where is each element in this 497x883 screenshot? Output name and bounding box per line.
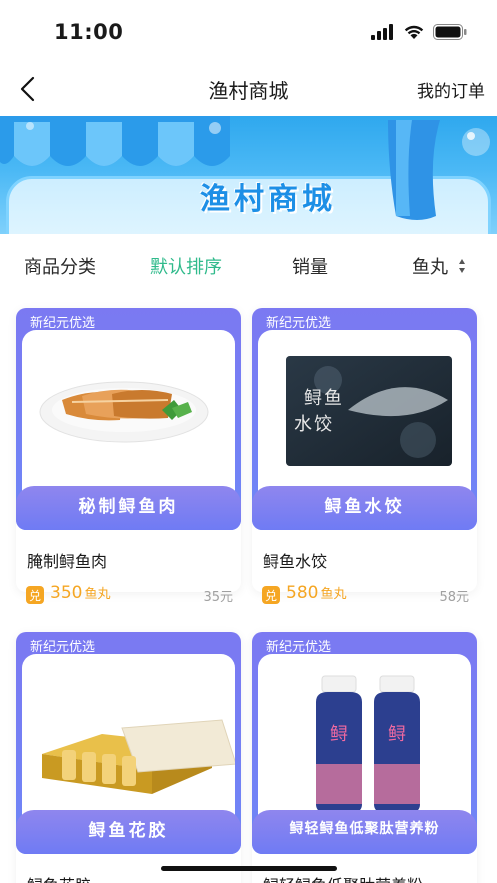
product-card[interactable]: 新纪元优选 鲟 鲟 鲟轻鲟鱼低聚肽营养粉 鲟轻鲟鱼低聚肽营养粉 xyxy=(252,632,477,883)
product-card[interactable]: 新纪元优选 鲟 鱼 水 饺 鲟鱼水饺 鲟鱼水饺 兑 580 鱼丸 58元 xyxy=(252,308,477,605)
home-indicator[interactable] xyxy=(161,866,337,871)
product-image: 鲟 鱼 水 饺 xyxy=(258,330,471,510)
svg-text:兑: 兑 xyxy=(265,589,277,603)
shop-banner: 渔村商城 xyxy=(0,116,497,234)
fish-slices-image xyxy=(39,381,209,443)
product-original-price: 58元 xyxy=(439,590,469,605)
dumpling-package-image: 鲟 鱼 水 饺 xyxy=(286,356,452,466)
sort-default[interactable]: 默认排序 xyxy=(150,253,222,279)
sort-bar: 商品分类 默认排序 销量 鱼丸 xyxy=(0,234,497,294)
status-icons xyxy=(371,24,467,40)
svg-text:鱼: 鱼 xyxy=(324,388,342,409)
battery-icon xyxy=(433,24,467,40)
product-price-row: 兑 580 鱼丸 58元 xyxy=(262,583,469,608)
nav-bar: 渔村商城 我的订单 xyxy=(0,62,497,116)
product-image-frame: 新纪元优选 秘制鲟鱼肉 xyxy=(16,308,241,530)
product-image-frame: 新纪元优选 鲟 鱼 水 饺 鲟鱼水饺 xyxy=(252,308,477,530)
signal-icon xyxy=(371,24,393,40)
status-bar: 11:00 xyxy=(0,0,497,62)
svg-text:鲟: 鲟 xyxy=(388,724,406,745)
wifi-icon xyxy=(404,25,424,39)
exchange-icon: 兑 xyxy=(26,586,44,604)
svg-text:饺: 饺 xyxy=(314,414,332,435)
product-ribbon-text: 鲟轻鲟鱼低聚肽营养粉 xyxy=(289,821,440,837)
product-card[interactable]: 新纪元优选 鲟鱼花胶 鲟鱼花胶 xyxy=(16,632,241,883)
svg-text:鲟: 鲟 xyxy=(304,388,322,409)
product-image-frame: 新纪元优选 鲟 鲟 鲟轻鲟鱼低聚肽营养粉 xyxy=(252,632,477,854)
product-image xyxy=(22,654,235,834)
exchange-icon: 兑 xyxy=(262,586,280,604)
product-tag: 新纪元优选 xyxy=(30,640,96,655)
my-orders-link[interactable]: 我的订单 xyxy=(417,77,485,102)
product-tag: 新纪元优选 xyxy=(30,316,96,331)
awning-graphic xyxy=(0,116,230,166)
fish-maw-box-image xyxy=(42,719,235,794)
product-card[interactable]: 新纪元优选 秘制鲟鱼肉 腌制鲟鱼肉 兑 350 鱼丸 35元 xyxy=(16,308,241,605)
product-name: 鲟轻鲟鱼低聚肽营养粉 xyxy=(263,872,423,883)
product-name: 鲟鱼花胶 xyxy=(27,872,91,883)
product-tag: 新纪元优选 xyxy=(266,316,332,331)
svg-text:兑: 兑 xyxy=(29,589,41,603)
sort-fishball[interactable]: 鱼丸 xyxy=(412,253,466,279)
product-ribbon-text: 鲟鱼花胶 xyxy=(88,821,169,841)
product-name: 鲟鱼水饺 xyxy=(263,552,328,571)
bubble-graphic xyxy=(462,128,490,156)
product-price-row: 兑 350 鱼丸 35元 xyxy=(26,583,233,608)
curtain-graphic xyxy=(388,120,440,220)
product-image: 鲟 鲟 xyxy=(258,654,471,834)
sort-category[interactable]: 商品分类 xyxy=(24,253,96,279)
sort-arrows-icon xyxy=(458,259,465,273)
product-ribbon-text: 鲟鱼水饺 xyxy=(324,497,405,517)
product-price: 580 鱼丸 xyxy=(286,583,347,603)
product-price: 350 鱼丸 xyxy=(50,583,111,603)
banner-title: 渔村商城 xyxy=(200,182,336,217)
product-original-price: 35元 xyxy=(203,590,233,605)
product-image-frame: 新纪元优选 鲟鱼花胶 xyxy=(16,632,241,854)
product-tag: 新纪元优选 xyxy=(266,640,332,655)
nutrition-bottles-image: 鲟 鲟 xyxy=(316,675,420,812)
product-name: 腌制鲟鱼肉 xyxy=(27,552,108,571)
svg-text:鲟: 鲟 xyxy=(330,724,348,745)
sort-sales[interactable]: 销量 xyxy=(292,253,328,279)
svg-text:水: 水 xyxy=(294,414,312,435)
sort-fishball-label: 鱼丸 xyxy=(412,257,448,278)
product-ribbon-text: 秘制鲟鱼肉 xyxy=(78,497,179,517)
status-time: 11:00 xyxy=(54,20,124,44)
product-image xyxy=(22,330,235,510)
